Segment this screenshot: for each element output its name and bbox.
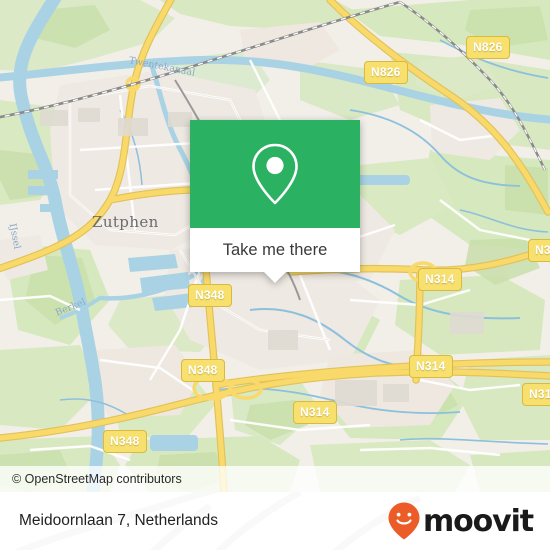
callout-pointer-tail	[264, 272, 286, 283]
road-shield: N314	[293, 401, 337, 424]
osm-attribution-text: © OpenStreetMap contributors	[12, 472, 182, 486]
road-shield: N34	[528, 239, 550, 262]
road-shield: N319	[522, 383, 550, 406]
moovit-logo[interactable]: moovit	[387, 501, 534, 541]
address-label: Meidoornlaan 7, Netherlands	[19, 512, 219, 529]
map-canvas[interactable]: Zutphen Twentekanaal IJssel Berkel N826 N826…	[0, 0, 550, 492]
callout-label: Take me there	[222, 240, 328, 259]
callout-action-area[interactable]: Take me there	[190, 228, 360, 283]
moovit-smiley-pin-icon	[388, 502, 420, 540]
road-shield: N348	[188, 284, 232, 307]
take-me-there-callout[interactable]: Take me there	[190, 120, 360, 283]
footer-bar: Meidoornlaan 7, Netherlands moovit	[0, 492, 550, 550]
callout-icon-area	[190, 120, 360, 228]
road-shield: N348	[103, 430, 147, 453]
road-shield: N826	[466, 36, 510, 59]
osm-attribution-bar[interactable]: © OpenStreetMap contributors	[0, 466, 550, 492]
road-shield: N314	[418, 268, 462, 291]
map-screenshot: Zutphen Twentekanaal IJssel Berkel N826 N826…	[0, 0, 550, 550]
road-shield: N314	[409, 355, 453, 378]
road-shield: N348	[181, 359, 225, 382]
moovit-wordmark: moovit	[422, 503, 534, 539]
map-pin-icon	[252, 143, 298, 205]
road-shield: N826	[364, 61, 408, 84]
